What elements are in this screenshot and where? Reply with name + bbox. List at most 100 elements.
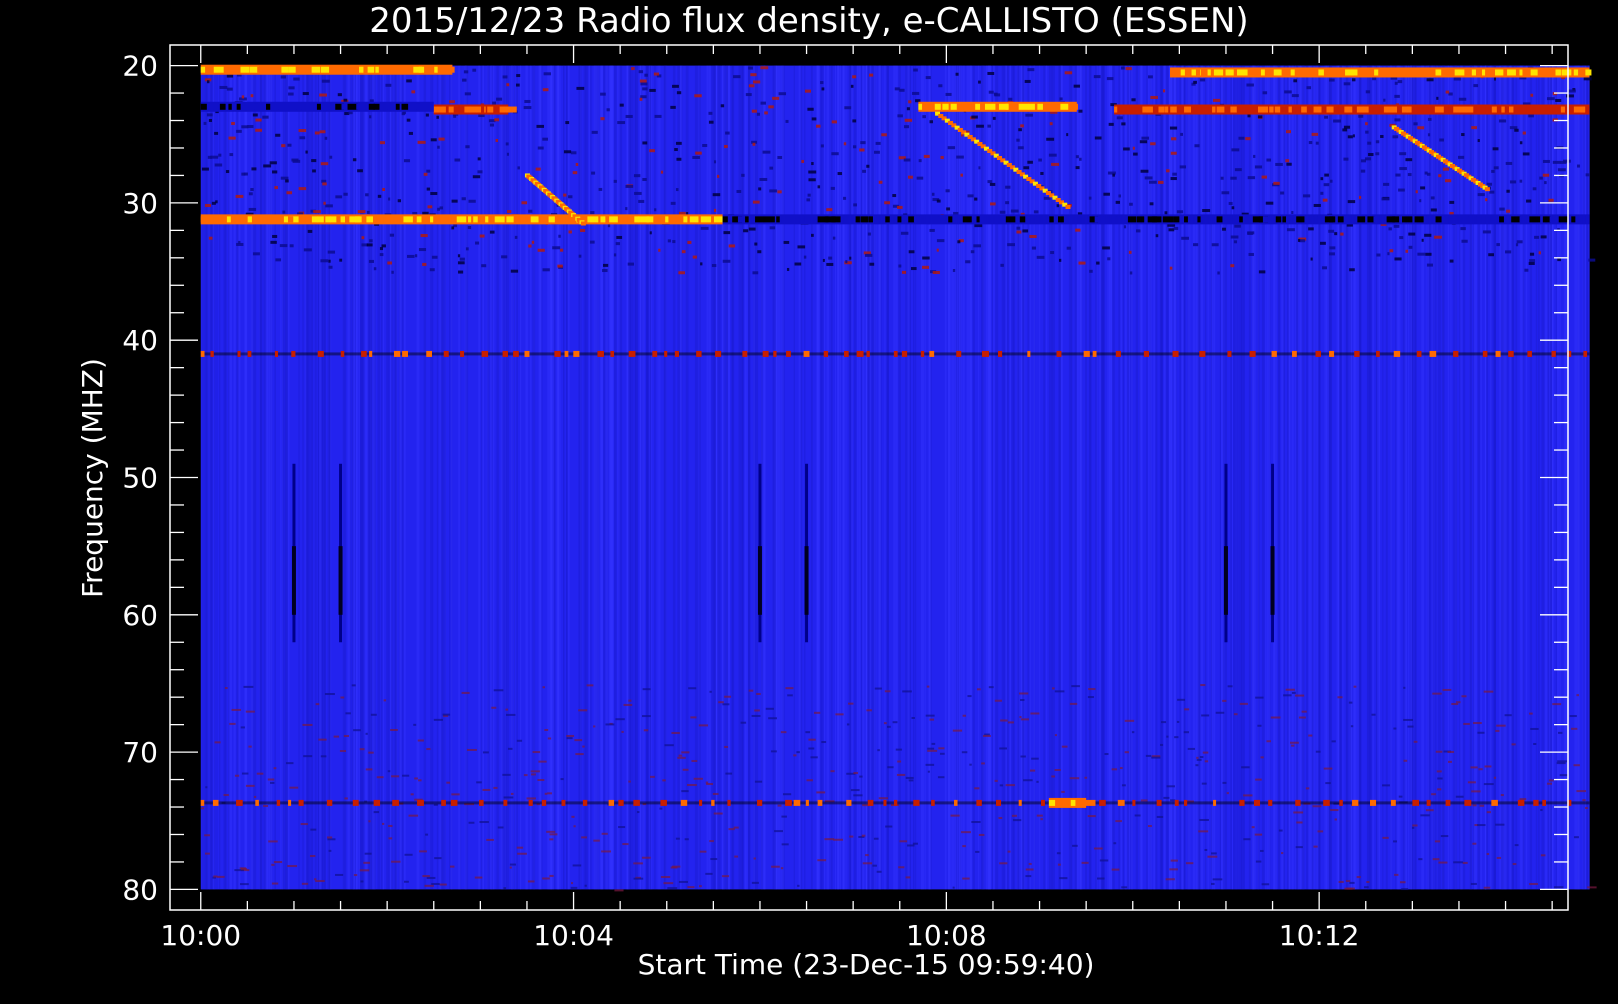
noise-speckle: [1278, 829, 1283, 832]
noise-speckle: [1094, 136, 1102, 140]
noise-speckle: [831, 152, 839, 156]
noise-speckle: [1438, 861, 1448, 864]
noise-streak: [322, 65, 326, 890]
noise-speckle: [662, 779, 666, 782]
band-segment: [356, 103, 366, 110]
noise-speckle: [1261, 175, 1267, 179]
noise-speckle: [228, 136, 236, 140]
noise-speckle: [426, 876, 436, 879]
noise-speckle: [976, 688, 981, 691]
band-segment: [929, 103, 934, 110]
noise-speckle: [542, 686, 546, 689]
band-dot: [956, 350, 962, 357]
band-dot: [929, 350, 935, 357]
noise-speckle: [1036, 255, 1045, 259]
noise-streak: [373, 65, 376, 890]
noise-speckle: [817, 185, 821, 189]
noise-speckle: [1509, 126, 1518, 130]
noise-speckle: [908, 100, 912, 104]
noise-streak: [450, 65, 453, 890]
noise-speckle: [573, 825, 576, 828]
band-dot: [1495, 350, 1501, 357]
band-dot: [1339, 799, 1343, 806]
noise-speckle: [510, 792, 514, 795]
band-segment: [1529, 216, 1541, 223]
noise-streak: [206, 65, 208, 890]
band-segment: [375, 66, 379, 73]
noise-speckle: [733, 826, 739, 829]
band-segment: [469, 106, 477, 113]
noise-speckle: [1460, 227, 1466, 231]
noise-speckle: [1472, 722, 1482, 725]
noise-speckle: [700, 226, 709, 230]
noise-speckle: [884, 690, 891, 693]
noise-speckle: [1111, 768, 1118, 771]
noise-speckle: [282, 210, 286, 214]
noise-streak: [1493, 65, 1497, 890]
noise-streak: [1108, 65, 1110, 890]
band-segment: [238, 216, 244, 223]
noise-speckle: [229, 722, 236, 725]
noise-streak: [1427, 65, 1430, 890]
noise-streak: [978, 65, 980, 890]
noise-speckle: [723, 231, 731, 235]
noise-streak: [1265, 65, 1267, 890]
noise-streak: [1537, 65, 1540, 890]
noise-speckle: [542, 268, 550, 272]
noise-speckle: [351, 684, 356, 687]
noise-speckle: [1176, 720, 1180, 723]
noise-speckle: [1576, 790, 1587, 793]
noise-speckle: [1415, 190, 1418, 194]
band-segment: [1296, 216, 1305, 223]
band-segment: [982, 216, 990, 223]
noise-speckle: [634, 191, 642, 195]
noise-speckle: [1477, 193, 1485, 197]
noise-speckle: [1165, 878, 1175, 881]
band-segment: [1500, 69, 1504, 76]
noise-speckle: [945, 92, 952, 96]
noise-speckle: [1329, 246, 1336, 250]
noise-speckle: [852, 75, 857, 79]
noise-speckle: [1149, 202, 1154, 206]
noise-speckle: [568, 195, 573, 199]
noise-speckle: [537, 146, 544, 150]
noise-speckle: [989, 182, 996, 186]
noise-speckle: [1413, 740, 1418, 743]
noise-speckle: [489, 230, 495, 234]
noise-streak: [1165, 65, 1169, 890]
noise-streak: [237, 65, 241, 890]
band-segment: [938, 216, 948, 223]
noise-speckle: [1128, 250, 1132, 254]
band-segment: [381, 216, 390, 223]
noise-speckle: [388, 837, 393, 840]
noise-speckle: [481, 264, 487, 268]
band-segment: [950, 103, 957, 110]
band-segment: [1301, 106, 1307, 113]
band-segment: [942, 103, 949, 110]
band-segment: [1019, 216, 1026, 223]
noise-streak: [1076, 65, 1079, 890]
noise-speckle: [426, 187, 431, 191]
noise-speckle: [1393, 224, 1400, 228]
noise-speckle: [1145, 754, 1152, 757]
noise-speckle: [753, 857, 756, 860]
noise-speckle: [379, 141, 385, 145]
noise-speckle: [271, 882, 279, 885]
noise-speckle: [1585, 807, 1588, 810]
noise-streak: [377, 65, 381, 890]
noise-speckle: [1483, 886, 1491, 889]
noise-speckle: [990, 202, 996, 206]
noise-speckle: [1202, 751, 1209, 754]
noise-speckle: [874, 687, 882, 690]
band-dot: [1533, 799, 1539, 806]
noise-speckle: [1528, 114, 1534, 118]
noise-streak: [1519, 65, 1523, 890]
noise-speckle: [1477, 824, 1486, 827]
noise-speckle: [424, 884, 434, 887]
noise-speckle: [887, 766, 894, 769]
noise-speckle: [1285, 130, 1291, 134]
noise-speckle: [902, 690, 912, 693]
noise-speckle: [638, 199, 645, 203]
noise-speckle: [1330, 179, 1333, 183]
noise-speckle: [201, 807, 205, 810]
